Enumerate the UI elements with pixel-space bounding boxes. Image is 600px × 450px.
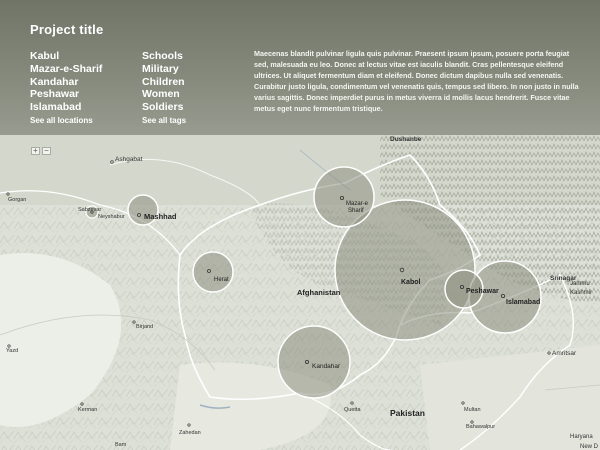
header-panel: Project title Kabul Mazar-e-Sharif Kanda… <box>0 0 600 135</box>
place-bam: Bam <box>115 442 127 448</box>
tag-item-soldiers[interactable]: Soldiers <box>142 101 186 114</box>
tags-list: Schools Military Children Women Soldiers… <box>142 50 186 126</box>
bubble-mazar-e-sharif[interactable]: Mazar-e Sharif <box>313 166 375 228</box>
bubble-label-kabul: Kabol <box>401 279 421 286</box>
tag-item-children[interactable]: Children <box>142 76 186 89</box>
bubble-label-peshawar: Peshawar <box>466 288 499 295</box>
map-view[interactable]: Kabol Islamabad Peshawar Mazar-e Sharif … <box>0 135 600 450</box>
zoom-controls: + − <box>31 147 51 155</box>
location-item-kandahar[interactable]: Kandahar <box>30 76 102 89</box>
place-yazd: Yazd <box>6 348 18 354</box>
zoom-in-button[interactable]: + <box>31 147 40 155</box>
place-jammu: Jammu <box>570 281 590 287</box>
place-ashgabat: Ashgabat <box>115 156 143 163</box>
place-haryana: Haryana <box>570 434 593 440</box>
tag-item-women[interactable]: Women <box>142 88 186 101</box>
country-label-afghanistan: Afghanistan <box>297 288 341 297</box>
bubble-kandahar[interactable]: Kandahar <box>277 325 351 399</box>
place-sabzevar: Sabzevar <box>78 207 101 213</box>
place-kashmir: Kashmir <box>570 290 592 296</box>
tag-item-military[interactable]: Military <box>142 63 186 76</box>
see-all-tags-link[interactable]: See all tags <box>142 115 186 126</box>
bubble-label-kandahar: Kandahar <box>312 363 341 370</box>
place-neyshabur: Neyshabur <box>98 214 125 220</box>
zoom-out-button[interactable]: − <box>42 147 51 155</box>
place-amritsar: Amritsar <box>552 350 577 357</box>
place-quetta: Quetta <box>344 407 361 413</box>
bubble-herat[interactable]: Herat <box>192 251 234 293</box>
location-item-peshawar[interactable]: Peshawar <box>30 88 102 101</box>
project-description: Maecenas blandit pulvinar ligula quis pu… <box>254 49 579 113</box>
place-dushanbe: Dushanbe <box>390 136 422 143</box>
location-item-kabul[interactable]: Kabul <box>30 50 102 63</box>
place-bahawalpur: Bahawalpur <box>466 424 495 430</box>
place-birjand: Birjand <box>136 324 153 330</box>
locations-list: Kabul Mazar-e-Sharif Kandahar Peshawar I… <box>30 50 102 126</box>
map-canvas[interactable]: Kabol Islamabad Peshawar Mazar-e Sharif … <box>0 135 600 450</box>
see-all-locations-link[interactable]: See all locations <box>30 115 102 126</box>
bubble-label-mazar-line1: Mazar-e <box>346 201 369 207</box>
place-new-delhi: New D <box>580 444 599 450</box>
location-item-islamabad[interactable]: Islamabad <box>30 101 102 114</box>
place-multan: Multan <box>464 407 481 413</box>
bubble-label-mazar-line2: Sharif <box>348 208 364 214</box>
project-title: Project title <box>30 22 104 37</box>
location-item-mazar-e-sharif[interactable]: Mazar-e-Sharif <box>30 63 102 76</box>
tag-item-schools[interactable]: Schools <box>142 50 186 63</box>
place-zahedan: Zahedan <box>179 430 201 436</box>
bubble-label-islamabad: Islamabad <box>506 299 540 306</box>
bubble-label-mashhad: Mashhad <box>144 212 177 221</box>
country-label-pakistan: Pakistan <box>390 408 425 418</box>
place-gorgan: Gorgan <box>8 197 26 203</box>
place-kerman: Kerman <box>78 407 97 413</box>
bubble-label-herat: Herat <box>214 277 229 283</box>
